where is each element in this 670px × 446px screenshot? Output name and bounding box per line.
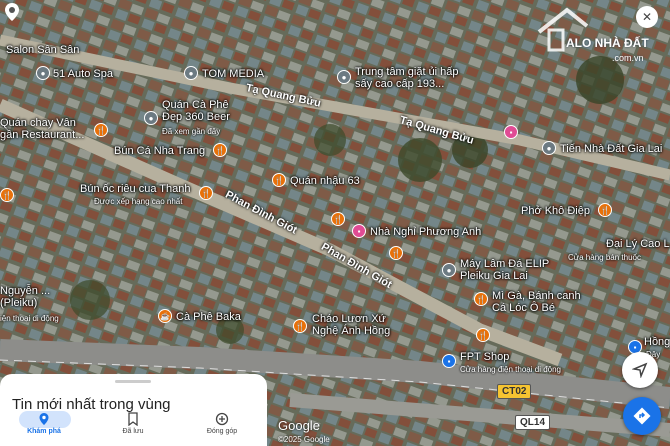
google-logo: Google [278,418,320,433]
poi-sublabel: Đã xem gần đây [162,127,221,136]
food-icon[interactable]: 🍴 [272,173,286,187]
food-icon[interactable]: 🍴 [293,319,307,333]
poi-label[interactable]: Trung tâm giặt ủi hấp sấy cao cấp 193... [355,66,475,90]
poi-label[interactable]: Salon Sân Sân [6,44,79,56]
tab-contribute[interactable]: Đóng góp [187,412,257,435]
navigation-icon[interactable] [622,352,658,388]
road-shield-ql14: QL14 [515,415,551,430]
pin-icon[interactable]: ● [542,141,556,155]
location-pin-icon[interactable] [5,3,19,26]
poi-label[interactable]: Quán chay Vân gần Restaurant... [0,117,95,141]
poi-label[interactable]: Quán Cà Phê Đẹp 360 Beer [162,99,240,123]
food-icon[interactable]: 🍴 [199,186,213,200]
pin-icon[interactable]: ● [144,111,158,125]
hotel-icon[interactable]: ▪ [504,125,518,139]
food-icon[interactable]: 🍴 [389,246,403,260]
pin-icon[interactable]: ● [36,66,50,80]
tab-label: Khám phá [27,428,61,435]
add-circle-icon [215,412,229,426]
poi-sublabel: iện thoại di động [0,314,59,323]
tab-explore[interactable]: Khám phá [9,412,79,435]
explore-icon [39,413,49,425]
poi-label[interactable]: Mì Gà, Bánh canh Cá Lóc Ô Bé [492,290,592,314]
poi-label[interactable]: Phở Khô Điệp [521,205,590,217]
bookmark-icon [128,412,138,426]
road-shield-ct02: CT02 [497,384,532,399]
food-icon[interactable]: 🍴 [213,143,227,157]
tab-label: Đóng góp [206,428,238,435]
pin-icon[interactable]: ● [442,263,456,277]
sheet-handle[interactable] [115,380,151,383]
food-icon[interactable]: 🍴 [331,212,345,226]
watermark-text: ALO NHÀ ĐẤT [566,36,649,50]
watermark-subtext: .com.vn [612,53,644,63]
poi-label[interactable]: Đại Lý Cao L... [606,238,670,250]
hotel-icon[interactable]: ▪ [352,224,366,238]
food-icon[interactable]: 🍴 [476,328,490,342]
poi-sublabel: Cửa hàng điện thoại di động [460,365,561,374]
coffee-icon[interactable]: ☕ [158,309,172,323]
poi-label[interactable]: Tiến Nhà Đất Gia Lai [560,143,662,155]
poi-label[interactable]: Bún Cá Nha Trang [114,145,205,157]
shop-icon[interactable]: ▪ [442,354,456,368]
tab-label: Đã lưu [122,428,144,435]
close-icon[interactable]: ✕ [636,6,658,28]
tab-saved[interactable]: Đã lưu [98,412,168,435]
food-icon[interactable]: 🍴 [474,292,488,306]
directions-icon[interactable] [623,397,661,435]
poi-label[interactable]: Cháo Lươn Xứ Nghệ Ánh Hồng [312,313,402,337]
bottom-sheet[interactable]: Tin mới nhất trong vùng [0,374,267,446]
poi-label[interactable]: FPT Shop [460,351,509,363]
poi-label[interactable]: Nguyễn ... (Pleiku) [0,285,70,309]
poi-label[interactable]: 51 Auto Spa [53,68,113,80]
copyright-text: ©2025 Google [278,435,330,444]
food-icon[interactable]: 🍴 [94,123,108,137]
poi-label[interactable]: Cà Phê Baka [176,311,241,323]
pin-icon[interactable]: ● [184,66,198,80]
poi-label[interactable]: Bún ốc riêu cua Thanh [80,183,190,195]
food-icon[interactable]: 🍴 [0,188,14,202]
poi-label[interactable]: Máy Lâm Đá ELIP Pleiku Gia Lai [460,258,555,282]
poi-label[interactable]: TOM MEDIA [202,68,264,80]
poi-label[interactable]: Quán nhậu 63 [290,175,360,187]
poi-sublabel: Được xếp hạng cao nhất [94,197,183,206]
poi-label[interactable]: Hồng [644,336,670,348]
poi-sublabel: Cửa hàng bán thuốc [568,253,641,262]
poi-label[interactable]: Nhà Nghỉ Phương Anh [370,226,481,238]
food-icon[interactable]: 🍴 [598,203,612,217]
pin-icon[interactable]: ● [337,70,351,84]
